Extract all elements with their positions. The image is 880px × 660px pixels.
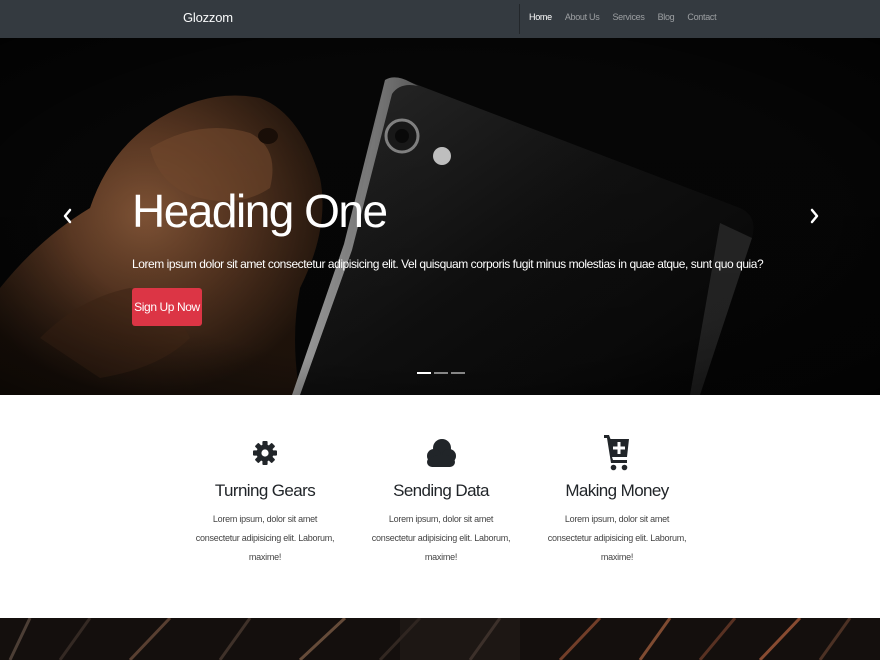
sign-up-button[interactable]: Sign Up Now xyxy=(132,288,202,326)
chevron-left-icon xyxy=(63,208,72,224)
hero-heading: Heading One xyxy=(132,185,388,237)
cart-plus-icon xyxy=(604,435,629,471)
hero-description: Lorem ipsum dolor sit amet consectetur a… xyxy=(132,257,764,271)
feature-making-money: Making Money Lorem ipsum, dolor sit amet… xyxy=(542,433,692,567)
feature-text: Lorem ipsum, dolor sit amet consectetur … xyxy=(371,514,511,562)
feature-sending-data: Sending Data Lorem ipsum, dolor sit amet… xyxy=(366,433,516,567)
carousel-indicator-1[interactable] xyxy=(417,372,431,374)
nav-link-contact[interactable]: Contact xyxy=(687,12,716,22)
nav-divider xyxy=(519,4,520,34)
bottom-image-section xyxy=(0,618,880,660)
nav-link-blog[interactable]: Blog xyxy=(658,12,675,22)
bottom-background-image xyxy=(0,618,880,660)
cloud-icon xyxy=(427,439,456,467)
carousel-indicator-2[interactable] xyxy=(434,372,448,374)
feature-title: Sending Data xyxy=(393,481,489,500)
features-section: Turning Gears Lorem ipsum, dolor sit ame… xyxy=(0,395,880,618)
carousel-indicator-3[interactable] xyxy=(451,372,465,374)
carousel-next-button[interactable] xyxy=(803,198,827,234)
feature-title: Turning Gears xyxy=(214,481,316,500)
carousel-prev-button[interactable] xyxy=(55,198,79,234)
nav-link-services[interactable]: Services xyxy=(612,12,644,22)
navbar: Glozzom Home About Us Services Blog Cont… xyxy=(0,0,880,38)
brand-logo[interactable]: Glozzom xyxy=(183,10,233,25)
nav-links: Home About Us Services Blog Contact xyxy=(529,12,717,22)
carousel-indicators xyxy=(417,372,465,374)
gear-icon xyxy=(253,441,277,465)
chevron-right-icon xyxy=(810,208,819,224)
nav-link-about-us[interactable]: About Us xyxy=(565,12,600,22)
feature-text: Lorem ipsum, dolor sit amet consectetur … xyxy=(547,514,687,562)
feature-text: Lorem ipsum, dolor sit amet consectetur … xyxy=(195,514,335,562)
nav-link-home[interactable]: Home xyxy=(529,12,552,22)
feature-turning-gears: Turning Gears Lorem ipsum, dolor sit ame… xyxy=(190,433,340,567)
hero-carousel: Heading One Lorem ipsum dolor sit amet c… xyxy=(0,38,880,395)
feature-title: Making Money xyxy=(565,481,669,500)
